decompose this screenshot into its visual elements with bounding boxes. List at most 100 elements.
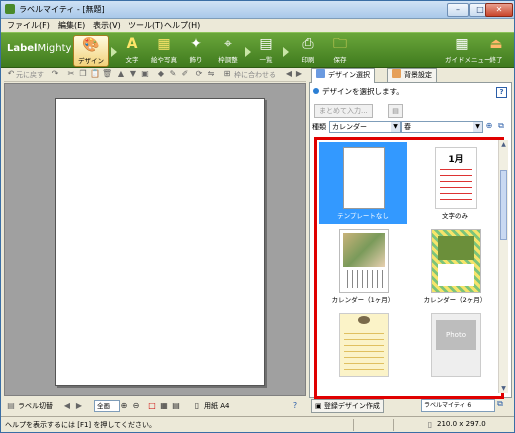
menu-help[interactable]: ヘルプ(H) bbox=[164, 20, 200, 31]
frame-view-icon[interactable]: □ bbox=[147, 401, 157, 411]
sidebar-tabs: デザイン選択 背景設定 bbox=[309, 68, 512, 83]
ribbon-decoration-button[interactable]: ✦ 飾り bbox=[179, 35, 213, 65]
menu-view[interactable]: 表示(V) bbox=[93, 20, 121, 31]
ribbon-exit-button[interactable]: ⏏ 終了 bbox=[479, 35, 513, 65]
move-front-icon[interactable]: ▲ bbox=[116, 69, 126, 79]
redo-icon[interactable]: ↷ bbox=[50, 69, 60, 79]
ribbon-guide-menu-button[interactable]: ▦ ガイドメニュー bbox=[445, 35, 491, 65]
paste-icon[interactable]: 📋 bbox=[90, 69, 100, 79]
design-tile-calendar-year[interactable] bbox=[319, 310, 407, 392]
page-preview[interactable] bbox=[55, 98, 265, 386]
delete-icon[interactable]: 🗑 bbox=[102, 69, 112, 79]
brush-icon[interactable]: ✐ bbox=[180, 69, 190, 79]
align-icon[interactable]: ⊞ bbox=[222, 69, 232, 79]
ribbon-design-button[interactable]: 🎨 デザイン bbox=[73, 35, 109, 67]
design-tile-calendar-1month[interactable]: カレンダー（1ヶ月） bbox=[319, 226, 407, 308]
layout-view-icon[interactable]: ▤ bbox=[171, 401, 181, 411]
ribbon-save-button[interactable]: 🗀 保存 bbox=[323, 35, 357, 65]
batch-input-button[interactable]: まとめて入力... bbox=[314, 104, 373, 118]
help-circle-icon[interactable]: ? bbox=[290, 401, 300, 411]
printer-icon: ⎙ bbox=[302, 36, 314, 52]
menu-edit[interactable]: 編集(E) bbox=[58, 20, 85, 31]
scroll-right-icon[interactable]: ▶ bbox=[294, 69, 304, 79]
decoration-icon: ✦ bbox=[190, 36, 202, 52]
align-to-frame-button[interactable]: 枠に合わせる bbox=[234, 70, 276, 80]
sidebar-footer: ▣ 登録デザイン作成 ラベルマイティ 6 ⧉ bbox=[309, 399, 512, 413]
palette-icon: 🎨 bbox=[82, 37, 100, 53]
editor-footer: ▤ ラベル切替 ◀ ▶ 全画 ⊕ ⊖ □ ▦ ▤ ▯ 用紙 A4 ? bbox=[4, 399, 306, 413]
ribbon-frame-adjust-button[interactable]: ⌖ 枠調整 bbox=[211, 35, 245, 65]
move-back-icon[interactable]: ▼ bbox=[128, 69, 138, 79]
flip-icon[interactable]: ⇋ bbox=[206, 69, 216, 79]
close-button[interactable]: ✕ bbox=[485, 3, 513, 17]
category-select[interactable]: カレンダー ▼ bbox=[329, 121, 401, 133]
register-design-button[interactable]: ▣ 登録デザイン作成 bbox=[311, 399, 384, 413]
text-only-thumbnail: 1月 bbox=[435, 147, 477, 209]
undo-icon[interactable]: ↶ bbox=[6, 69, 16, 79]
design-tile-photo[interactable]: Photo bbox=[411, 310, 499, 392]
thumbnail-view-icon[interactable]: ⧉ bbox=[496, 121, 506, 131]
editor-panel: ↶ 元に戻す ↷ ✂ ❐ 📋 🗑 ▲ ▼ ▣ ◆ ✎ ✐ ⟳ ⇋ ⊞ 枠に合わせ… bbox=[4, 68, 306, 398]
scrollbar-thumb[interactable] bbox=[500, 170, 507, 240]
cut-icon[interactable]: ✂ bbox=[66, 69, 76, 79]
photo-thumbnail: Photo bbox=[431, 313, 481, 377]
app-icon bbox=[5, 4, 15, 14]
minimize-button[interactable]: – bbox=[447, 3, 469, 17]
design-tile-no-template[interactable]: テンプレートなし bbox=[319, 142, 407, 224]
tab-background-settings[interactable]: 背景設定 bbox=[387, 68, 437, 82]
background-tab-icon bbox=[392, 69, 401, 78]
design-tile-calendar-2month[interactable]: カレンダー（2ヶ月） bbox=[411, 226, 499, 308]
text-icon: A bbox=[126, 36, 138, 52]
zoom-in-thumbnails-icon[interactable]: ⊕ bbox=[484, 121, 494, 131]
calendar-year-thumbnail bbox=[339, 313, 389, 377]
canvas-area[interactable] bbox=[4, 83, 306, 396]
rotate-icon[interactable]: ⟳ bbox=[194, 69, 204, 79]
help-button[interactable]: ? bbox=[496, 87, 507, 98]
scroll-up-icon[interactable]: ▲ bbox=[499, 140, 508, 149]
calendar-1month-thumbnail bbox=[339, 229, 389, 293]
scroll-down-icon[interactable]: ▼ bbox=[499, 384, 508, 393]
gallery-scrollbar[interactable]: ▲ ▼ bbox=[498, 140, 508, 393]
paper-icon: ▯ bbox=[194, 401, 200, 410]
color-icon[interactable]: ◆ bbox=[156, 69, 166, 79]
label-switch-icon[interactable]: ▤ bbox=[6, 401, 16, 411]
list-icon: ▤ bbox=[259, 36, 273, 52]
grid-view-icon[interactable]: ▦ bbox=[159, 401, 169, 411]
pen-icon[interactable]: ✎ bbox=[168, 69, 178, 79]
category-label: 種類 bbox=[312, 123, 326, 131]
paper-size-label: 用紙 A4 bbox=[204, 402, 230, 410]
design-select-pane: デザインを選択します。 ? まとめて入力... ▤ 種類 カレンダー ▼ 春 ▼ ⊕… bbox=[309, 82, 512, 399]
next-icon[interactable]: ▶ bbox=[74, 401, 84, 411]
label-switch-button[interactable]: ラベル切替 bbox=[18, 401, 53, 411]
folder-icon: 🗀 bbox=[333, 36, 347, 52]
subcategory-select[interactable]: 春 ▼ bbox=[401, 121, 483, 133]
design-gallery: テンプレートなし 1月 文字のみ カレンダー（1ヶ月） カレンダー（2ヶ月） P… bbox=[314, 137, 504, 399]
design-source-select[interactable]: ラベルマイティ 6 bbox=[421, 399, 495, 412]
ribbon-list-button[interactable]: ▤ 一覧 bbox=[249, 35, 283, 65]
tab-design-select[interactable]: デザイン選択 bbox=[311, 68, 375, 83]
status-hint: ヘルプを表示するには [F1] を押してください。 bbox=[5, 421, 156, 429]
menu-file[interactable]: ファイル(F) bbox=[7, 20, 50, 31]
design-sidebar: デザイン選択 背景設定 デザインを選択します。 ? まとめて入力... ▤ 種類… bbox=[309, 68, 512, 413]
ribbon-text-button[interactable]: A 文字 bbox=[115, 35, 149, 65]
previous-icon[interactable]: ◀ bbox=[62, 401, 72, 411]
pane-prompt: デザインを選択します。 bbox=[313, 86, 507, 97]
group-icon[interactable]: ▣ bbox=[140, 69, 150, 79]
chevron-down-icon: ▼ bbox=[473, 122, 482, 132]
ribbon-picture-button[interactable]: ▦ 絵や写真 bbox=[147, 35, 181, 65]
zoom-out-icon[interactable]: ⊖ bbox=[131, 401, 141, 411]
zoom-select[interactable]: 全画 bbox=[94, 400, 120, 412]
zoom-in-icon[interactable]: ⊕ bbox=[119, 401, 129, 411]
scroll-left-icon[interactable]: ◀ bbox=[284, 69, 294, 79]
menu-tools[interactable]: ツール(T) bbox=[128, 20, 163, 31]
main-ribbon: LabelMighty 🎨 デザイン A 文字 ▦ 絵や写真 ✦ 飾り ⌖ 枠調… bbox=[1, 32, 514, 68]
register-icon: ▣ bbox=[315, 402, 324, 410]
design-tile-text-only[interactable]: 1月 文字のみ bbox=[411, 142, 499, 224]
picture-icon: ▦ bbox=[157, 36, 171, 52]
ribbon-print-button[interactable]: ⎙ 印刷 bbox=[291, 35, 325, 65]
library-icon[interactable]: ⧉ bbox=[495, 399, 505, 409]
copy-icon[interactable]: ❐ bbox=[78, 69, 88, 79]
batch-settings-icon[interactable]: ▤ bbox=[388, 104, 403, 118]
undo-button[interactable]: 元に戻す bbox=[16, 70, 44, 80]
page-size-icon: ▯ bbox=[427, 420, 433, 429]
